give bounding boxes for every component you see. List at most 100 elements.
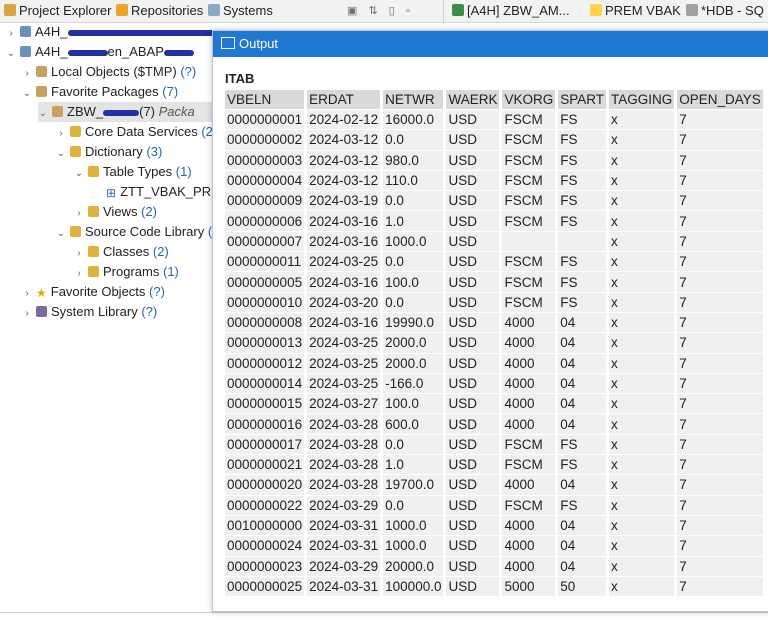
tree-zbw-package[interactable]: ⌄ ZBW_ (7) Packa xyxy=(38,102,218,122)
tree-source-code-library[interactable]: ⌄ Source Code Library ( xyxy=(56,222,212,242)
table-cell: USD xyxy=(444,109,503,131)
tree-classes[interactable]: › Classes (2) xyxy=(74,242,168,264)
table-cell: 2024-03-28 xyxy=(305,454,384,476)
table-cell: 7 xyxy=(675,556,766,577)
chevron-down-icon[interactable]: ⌄ xyxy=(6,44,16,64)
chevron-right-icon[interactable]: › xyxy=(56,124,66,144)
table-cell: 2024-03-31 xyxy=(305,515,384,537)
table-cell: 600.0 xyxy=(381,413,447,435)
folder-icon xyxy=(70,126,81,137)
table-cell: 7 xyxy=(675,271,766,293)
table-cell: 2024-03-28 xyxy=(305,413,384,435)
tree-favorite-objects[interactable]: › ★ Favorite Objects (?) xyxy=(22,282,165,302)
view-toolbar-icons[interactable]: ▣ ⇅ ▯ ▫ xyxy=(347,4,414,17)
project-explorer-icon xyxy=(4,4,16,16)
tree-views[interactable]: › Views (2) xyxy=(74,202,157,222)
table-row: 0000000007 2024-03-16 1000.0 USD x 7 xyxy=(225,231,766,253)
chevron-right-icon[interactable]: › xyxy=(22,64,32,84)
tree-project-1[interactable]: › A4H_ xyxy=(6,22,238,42)
table-cell: FSCM xyxy=(500,292,559,313)
tree-project-2[interactable]: ⌄ A4H_ en_ABAP xyxy=(6,42,194,62)
table-cell: 7 xyxy=(675,576,766,598)
tree-programs[interactable]: › Programs (1) xyxy=(74,262,179,282)
table-cell: x xyxy=(607,170,678,192)
repositories-icon xyxy=(116,4,128,16)
table-cell: 0000000003 xyxy=(225,150,308,171)
folder-icon xyxy=(88,206,99,217)
table-cell: 2024-03-28 xyxy=(305,434,384,456)
table-cell: x xyxy=(607,556,678,577)
tree-favorite-packages[interactable]: ⌄ Favorite Packages (7) xyxy=(22,82,178,102)
table-row: 0000000022 2024-03-29 0.0 USD FSCM FS x 7 xyxy=(225,495,766,516)
table-row: 0000000006 2024-03-16 1.0 USD FSCM FS x 7 xyxy=(225,210,766,232)
column-header: VBELN xyxy=(225,90,308,110)
chevron-right-icon[interactable]: › xyxy=(6,24,16,44)
table-cell: 7 xyxy=(675,251,766,273)
table-cell: x xyxy=(607,210,678,232)
tab-editor-prem-vbak[interactable]: PREM VBAK xyxy=(590,3,681,19)
table-header-row: VBELN ERDAT NETWR WAERK VKORG SPART TAGG… xyxy=(225,90,766,110)
table-cell: 16000.0 xyxy=(381,109,447,131)
table-cell: 0000000010 xyxy=(225,292,308,313)
tab-repositories[interactable]: Repositories xyxy=(116,3,203,19)
tab-editor-hdb-sql[interactable]: *HDB - SQ xyxy=(686,3,764,19)
tab-project-explorer[interactable]: Project Explorer xyxy=(4,3,111,19)
table-cell: x xyxy=(607,251,678,273)
table-cell: 0000000017 xyxy=(225,434,308,456)
sql-console-icon xyxy=(686,4,698,16)
table-cell: 0000000009 xyxy=(225,190,308,212)
table-cell: 2024-03-16 xyxy=(305,271,384,293)
table-cell: -166.0 xyxy=(381,373,447,395)
table-cell: 0000000006 xyxy=(225,210,308,232)
table-cell: 0.0 xyxy=(381,495,447,516)
chevron-down-icon[interactable]: ⌄ xyxy=(56,224,66,244)
chevron-down-icon[interactable]: ⌄ xyxy=(56,144,66,164)
table-row: 0000000010 2024-03-20 0.0 USD FSCM FS x 7 xyxy=(225,292,766,313)
chevron-down-icon[interactable]: ⌄ xyxy=(38,104,48,124)
table-cell: USD xyxy=(444,353,503,374)
table-cell: FS xyxy=(556,454,610,476)
table-cell: USD xyxy=(444,474,503,496)
table-row: 0000000023 2024-03-29 20000.0 USD 4000 04 x 7 xyxy=(225,556,766,577)
package-icon xyxy=(52,106,63,117)
table-cell: 4000 xyxy=(500,474,559,496)
chevron-down-icon[interactable]: ⌄ xyxy=(74,164,84,184)
table-cell: FSCM xyxy=(500,150,559,171)
chevron-right-icon[interactable]: › xyxy=(22,284,32,304)
window-icon xyxy=(221,37,235,49)
table-row: 0000000004 2024-03-12 110.0 USD FSCM FS x 7 xyxy=(225,170,766,192)
table-cell: 2024-03-31 xyxy=(305,535,384,557)
table-cell: 7 xyxy=(675,312,766,334)
chevron-right-icon[interactable]: › xyxy=(74,204,84,224)
table-cell: 04 xyxy=(556,556,610,577)
tree-local-objects[interactable]: › Local Objects ($TMP) (?) xyxy=(22,62,196,82)
table-row: 0000000013 2024-03-25 2000.0 USD 4000 04 x 7 xyxy=(225,332,766,354)
table-cell: 7 xyxy=(675,129,766,151)
chevron-right-icon[interactable]: › xyxy=(74,264,84,284)
chevron-right-icon[interactable]: › xyxy=(22,304,32,324)
table-cell: 2024-03-25 xyxy=(305,373,384,395)
table-cell: x xyxy=(607,332,678,354)
table-cell: 100.0 xyxy=(381,393,447,415)
tree-core-data-services[interactable]: › Core Data Services (2 xyxy=(56,122,213,142)
table-cell: 0000000002 xyxy=(225,129,308,151)
tab-systems[interactable]: Systems xyxy=(208,3,273,19)
table-cell: 0000000004 xyxy=(225,170,308,192)
output-titlebar[interactable]: Output xyxy=(213,31,768,57)
table-cell: 7 xyxy=(675,190,766,212)
table-cell: 110.0 xyxy=(381,170,447,192)
table-cell: 4000 xyxy=(500,556,559,577)
abap-project-icon xyxy=(20,26,31,37)
chevron-down-icon[interactable]: ⌄ xyxy=(22,84,32,104)
tab-editor-zbw[interactable]: [A4H] ZBW_AM... xyxy=(452,3,570,19)
tree-table-types[interactable]: ⌄ Table Types (1) xyxy=(74,162,192,182)
table-cell: 2024-03-25 xyxy=(305,251,384,273)
chevron-right-icon[interactable]: › xyxy=(74,244,84,264)
table-cell: 04 xyxy=(556,515,610,537)
table-row: 0000000003 2024-03-12 980.0 USD FSCM FS x 7 xyxy=(225,150,766,171)
tree-system-library[interactable]: › System Library (?) xyxy=(22,302,157,322)
table-cell: 0000000024 xyxy=(225,535,308,557)
table-cell: 1000.0 xyxy=(381,231,447,253)
table-cell: 7 xyxy=(675,292,766,313)
tree-dictionary[interactable]: ⌄ Dictionary (3) xyxy=(56,142,163,164)
